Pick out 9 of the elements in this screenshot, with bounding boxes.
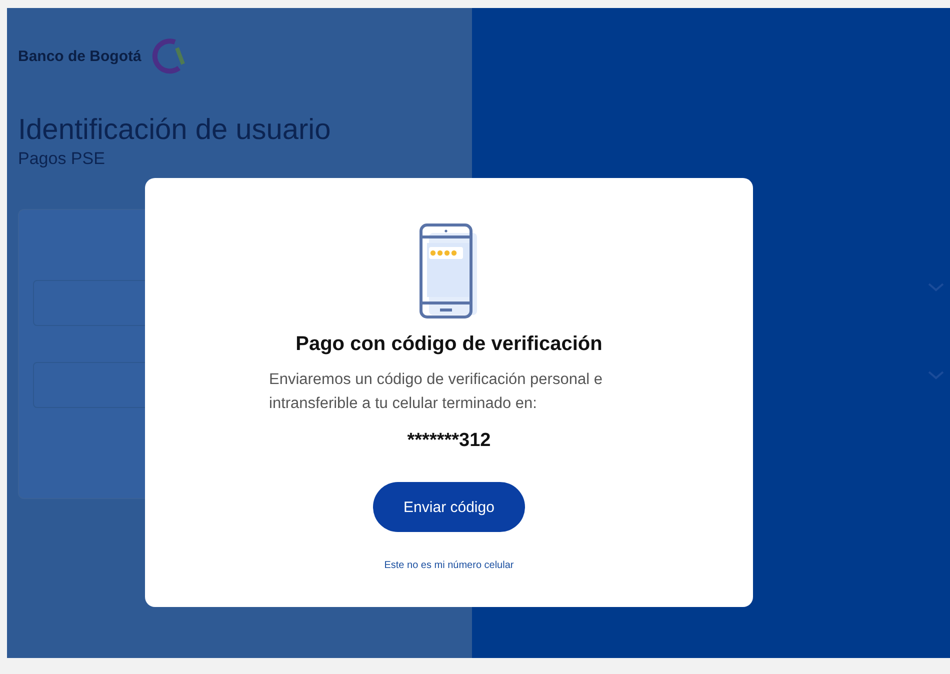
masked-phone-number: *******312	[407, 430, 491, 452]
bank-logo-text: Banco de Bogotá	[18, 48, 142, 64]
send-code-button[interactable]: Enviar código	[373, 482, 525, 532]
smartphone-icon	[419, 223, 479, 319]
dialog-message: Enviaremos un código de verificación personal e intransferible a tu celular terminado en:	[269, 370, 604, 414]
page-title: Identificación de usuario	[18, 114, 332, 147]
page-subtitle: Pagos PSE	[18, 149, 106, 169]
dialog-title: Pago con código de verificación	[296, 333, 602, 356]
not-my-number-link[interactable]: Este no es mi número celular	[384, 560, 514, 571]
